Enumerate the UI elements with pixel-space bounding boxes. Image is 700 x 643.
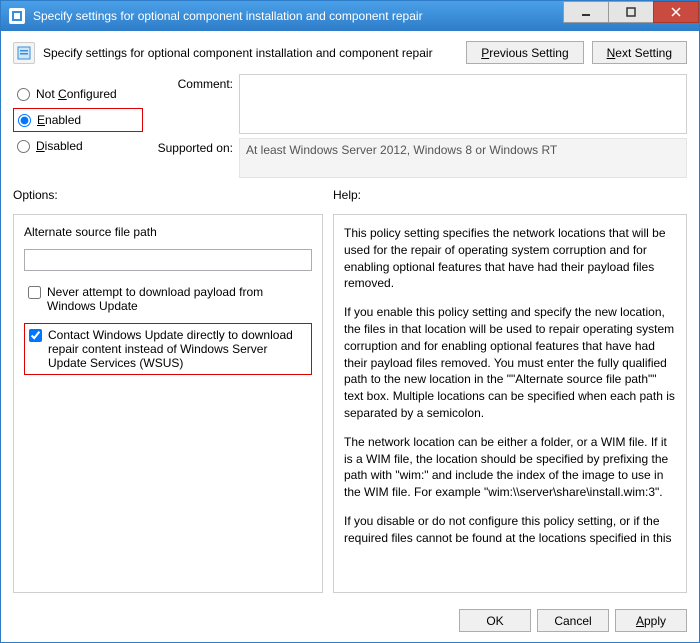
maximize-button[interactable] — [608, 1, 654, 23]
comment-label: Comment: — [153, 74, 233, 91]
ok-button[interactable]: OK — [459, 609, 531, 632]
options-panel: Alternate source file path Never attempt… — [13, 214, 323, 593]
app-icon — [9, 8, 25, 24]
radio-not-configured[interactable]: Not Configured — [13, 82, 143, 106]
close-button[interactable] — [653, 1, 699, 23]
minimize-button[interactable] — [563, 1, 609, 23]
radio-enabled-input[interactable] — [18, 114, 31, 127]
contact-wu-checkbox-row[interactable]: Contact Windows Update directly to downl… — [24, 323, 312, 375]
header-text: Specify settings for optional component … — [43, 46, 458, 60]
supported-on-label: Supported on: — [153, 138, 233, 155]
contact-wu-label: Contact Windows Update directly to downl… — [48, 328, 307, 370]
never-download-label: Never attempt to download payload from W… — [47, 285, 308, 313]
supported-on-text: At least Windows Server 2012, Windows 8 … — [239, 138, 687, 178]
radio-disabled-input[interactable] — [17, 140, 30, 153]
comment-textarea[interactable] — [239, 74, 687, 134]
gp-editor-window: Specify settings for optional component … — [0, 0, 700, 643]
alt-path-input[interactable] — [24, 249, 312, 271]
policy-icon — [13, 42, 35, 64]
radio-not-configured-input[interactable] — [17, 88, 30, 101]
options-label: Options: — [13, 188, 323, 202]
help-label: Help: — [333, 188, 361, 202]
radio-enabled[interactable]: Enabled — [13, 108, 143, 132]
titlebar: Specify settings for optional component … — [1, 1, 699, 31]
contact-wu-checkbox[interactable] — [29, 329, 42, 342]
help-panel: This policy setting specifies the networ… — [333, 214, 687, 593]
dialog-footer: OK Cancel Apply — [1, 601, 699, 642]
cancel-button[interactable]: Cancel — [537, 609, 609, 632]
previous-setting-button[interactable]: Previous Setting — [466, 41, 583, 64]
next-setting-button[interactable]: Next Setting — [592, 41, 687, 64]
alt-path-label: Alternate source file path — [24, 225, 312, 239]
never-download-checkbox-row[interactable]: Never attempt to download payload from W… — [24, 281, 312, 317]
apply-button[interactable]: Apply — [615, 609, 687, 632]
window-title: Specify settings for optional component … — [33, 9, 423, 23]
help-text: This policy setting specifies the networ… — [344, 225, 676, 582]
never-download-checkbox[interactable] — [28, 286, 41, 299]
radio-disabled[interactable]: Disabled — [13, 134, 143, 158]
